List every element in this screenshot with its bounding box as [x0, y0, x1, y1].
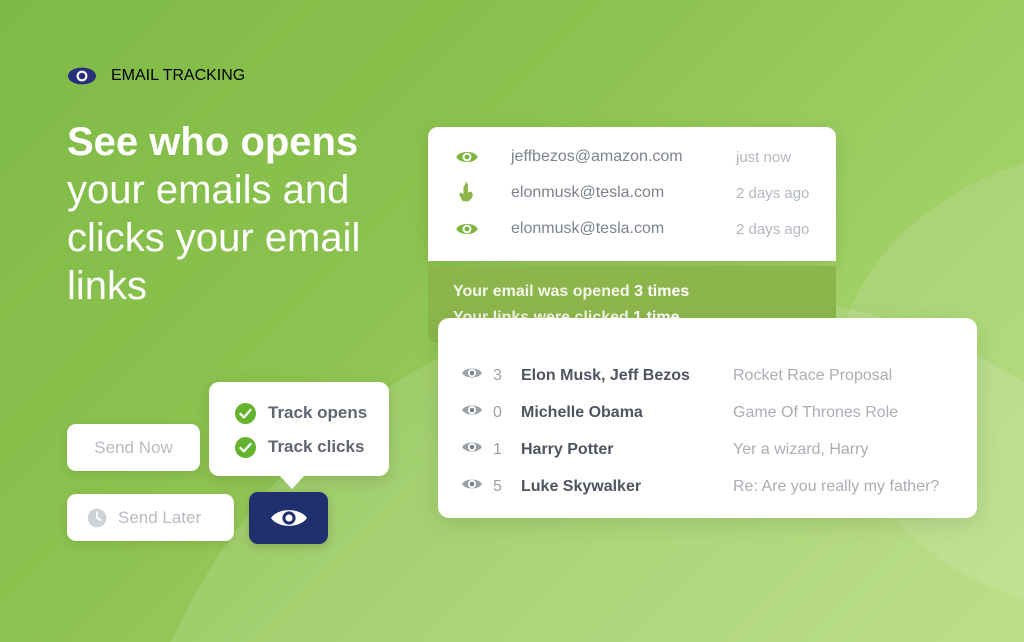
email-subject: Yer a wizard, Harry	[733, 440, 869, 458]
activity-row: elonmusk@tesla.com 2 days ago	[428, 175, 836, 211]
open-count: 1	[493, 440, 502, 458]
table-row[interactable]: 1 Harry Potter Yer a wizard, Harry	[438, 431, 977, 468]
open-count: 0	[493, 403, 502, 421]
activity-address: elonmusk@tesla.com	[511, 184, 665, 201]
headline-line-1: See who opens	[67, 120, 359, 164]
email-subject: Game Of Thrones Role	[733, 403, 899, 421]
eyebrow: EMAIL TRACKING	[67, 60, 427, 92]
track-clicks-label: Track clicks	[268, 437, 365, 456]
tracking-options-popover: Track opens Track clicks	[209, 382, 389, 489]
headline-line-2: your emails and	[67, 168, 350, 212]
click-hand-icon	[455, 181, 479, 205]
eye-icon	[67, 61, 97, 91]
activity-address: elonmusk@tesla.com	[511, 220, 665, 237]
eye-icon	[461, 365, 483, 387]
tracking-option-row[interactable]: Track clicks	[235, 430, 389, 464]
recipient-name: Elon Musk, Jeff Bezos	[521, 366, 690, 384]
popover-tail	[279, 475, 305, 489]
check-circle-icon	[235, 402, 256, 424]
clock-icon	[87, 508, 107, 528]
email-subject: Re: Are you really my father?	[733, 477, 940, 495]
inbox-list-card: 3 Elon Musk, Jeff Bezos Rocket Race Prop…	[438, 318, 977, 518]
eye-icon	[461, 476, 483, 498]
recipient-name: Michelle Obama	[521, 403, 643, 421]
promo-banner: EMAIL TRACKING See who opens your emails…	[0, 0, 1024, 642]
table-row[interactable]: 3 Elon Musk, Jeff Bezos Rocket Race Prop…	[438, 357, 977, 394]
hero-copy: EMAIL TRACKING See who opens your emails…	[67, 60, 427, 310]
check-circle-icon	[235, 436, 256, 458]
headline-line-4: links	[67, 264, 148, 308]
email-activity-card: jeffbezos@amazon.com just now elonmusk@t…	[428, 127, 836, 261]
activity-time: just now	[736, 148, 792, 166]
summary-opens-count: 3 times	[634, 283, 690, 300]
recipient-name: Luke Skywalker	[521, 477, 642, 495]
open-count: 5	[493, 477, 502, 495]
recipient-name: Harry Potter	[521, 440, 614, 458]
table-row[interactable]: 5 Luke Skywalker Re: Are you really my f…	[438, 468, 977, 505]
eye-icon	[461, 439, 483, 461]
eye-icon	[269, 504, 309, 532]
summary-opens-prefix: Your email was opened	[453, 283, 635, 300]
send-later-button[interactable]: Send Later	[67, 494, 234, 541]
table-row[interactable]: 0 Michelle Obama Game Of Thrones Role	[438, 394, 977, 431]
headline-line-3: clicks your email	[67, 216, 361, 260]
activity-time: 2 days ago	[736, 184, 810, 202]
eye-icon	[461, 402, 483, 424]
open-count: 3	[493, 366, 502, 384]
activity-address: jeffbezos@amazon.com	[511, 148, 683, 165]
eye-icon	[455, 217, 479, 241]
activity-row: jeffbezos@amazon.com just now	[428, 139, 836, 175]
send-now-button[interactable]: Send Now	[67, 424, 200, 471]
eye-icon	[455, 145, 479, 169]
activity-time: 2 days ago	[736, 220, 810, 238]
tracking-toggle-button[interactable]	[249, 492, 328, 544]
activity-row: elonmusk@tesla.com 2 days ago	[428, 211, 836, 247]
eyebrow-label: EMAIL TRACKING	[111, 67, 246, 84]
tracking-option-row[interactable]: Track opens	[235, 396, 389, 430]
send-later-label: Send Later	[118, 507, 202, 527]
page-title: See who opens your emails and clicks you…	[67, 118, 427, 310]
send-now-label: Send Now	[94, 437, 173, 457]
summary-opens: Your email was opened 3 times	[453, 279, 836, 305]
track-opens-label: Track opens	[268, 403, 368, 422]
email-subject: Rocket Race Proposal	[733, 366, 893, 384]
